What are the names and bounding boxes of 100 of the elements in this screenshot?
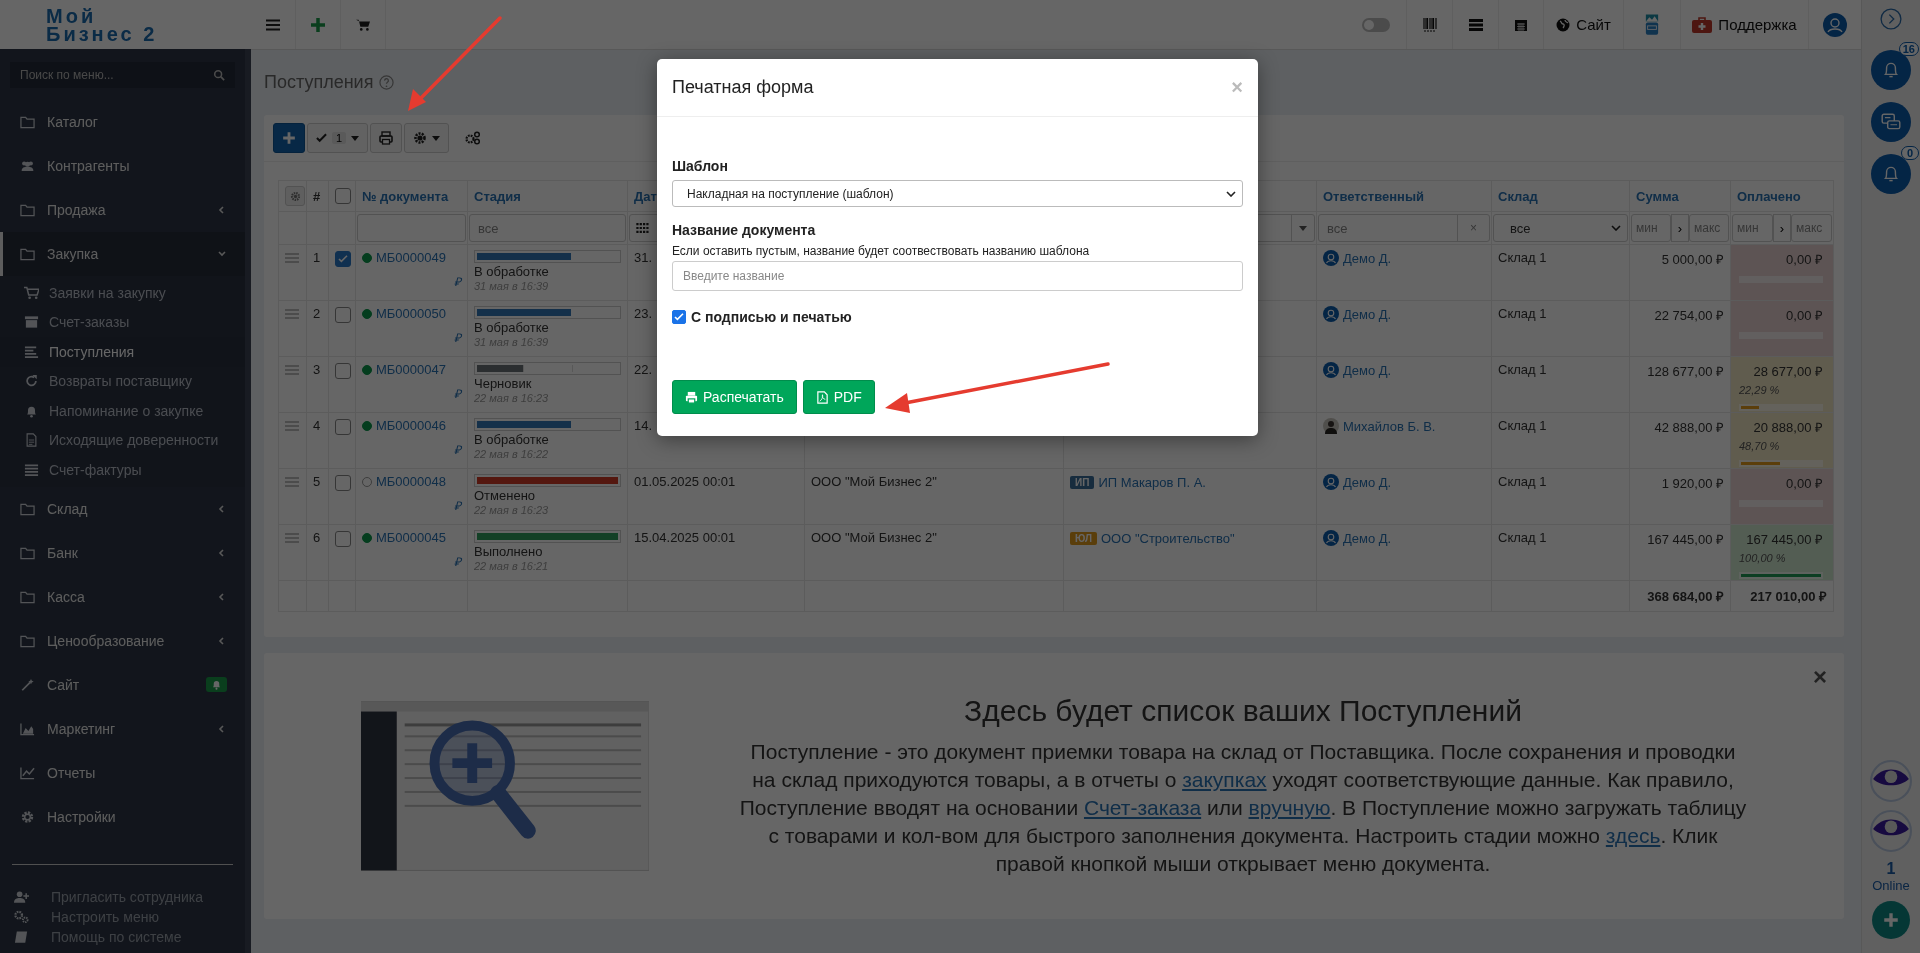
info-link[interactable]: закупках — [1182, 768, 1267, 792]
settings-button[interactable] — [404, 123, 450, 153]
info-link[interactable]: вручную — [1248, 796, 1331, 820]
barcode-icon[interactable] — [1422, 17, 1437, 32]
document-link[interactable]: МБ0000047 — [376, 362, 446, 377]
responsible-link[interactable]: Демо Д. — [1343, 530, 1392, 546]
pdf-button[interactable]: PDF — [802, 380, 875, 414]
sidebar-item[interactable]: Ценообразование — [0, 618, 245, 663]
document-name-field[interactable]: Введите название — [672, 261, 1243, 291]
print-button[interactable] — [370, 123, 403, 153]
responsible-link[interactable]: Демо Д. — [1343, 474, 1392, 490]
sidebar-item[interactable]: Сайт — [0, 662, 245, 707]
user-avatar-icon — [1323, 530, 1339, 546]
document-link[interactable]: МБ0000048 — [376, 474, 446, 489]
folder-icon — [20, 633, 35, 648]
signature-checkbox[interactable] — [672, 310, 686, 324]
column-settings-button[interactable] — [285, 186, 305, 206]
print-button[interactable]: Распечатать — [672, 380, 797, 414]
bulk-select-button[interactable]: 1 — [307, 123, 369, 153]
column-header[interactable]: Дат — [634, 188, 657, 204]
drag-handle-icon[interactable] — [285, 365, 299, 375]
toggle-switch[interactable] — [1362, 17, 1390, 32]
gear-icon — [289, 190, 301, 202]
apply-range-button[interactable]: › — [1773, 214, 1791, 242]
paid-amount: 0,00 ₽ — [1786, 252, 1823, 267]
row-checkbox[interactable] — [335, 418, 351, 435]
eye-icon[interactable] — [1870, 760, 1912, 802]
app-icon[interactable] — [1645, 13, 1659, 36]
organization-text: ООО "Мой Бизнес 2" — [811, 530, 937, 545]
sidebar-item[interactable]: Банк — [0, 530, 245, 575]
close-button[interactable]: × — [1231, 76, 1243, 99]
gears-icon[interactable] — [465, 131, 482, 145]
chat-button[interactable] — [1871, 102, 1911, 142]
caret-icon — [432, 135, 441, 141]
row-number: 6 — [313, 530, 321, 545]
server-icon[interactable] — [1468, 17, 1483, 32]
currency-sign: ₽ — [454, 387, 461, 401]
calendar-icon[interactable] — [1514, 17, 1528, 32]
expand-panel-icon[interactable] — [1880, 8, 1902, 30]
paid-amount: 0,00 ₽ — [1786, 308, 1823, 323]
clear-filter-button[interactable]: × — [1457, 215, 1489, 241]
responsible-link[interactable]: Михайлов Б. В. — [1343, 418, 1436, 434]
apply-range-button[interactable]: › — [1671, 214, 1689, 242]
document-link[interactable]: МБ0000049 — [376, 250, 446, 265]
info-title: Здесь будет список ваших Поступлений — [963, 694, 1523, 729]
cart-icon — [24, 285, 39, 300]
logo[interactable]: Мой Бизнес 2 — [0, 0, 251, 49]
add-button[interactable] — [1872, 901, 1910, 939]
drag-handle-icon[interactable] — [285, 477, 299, 487]
sidebar-item[interactable]: Склад — [0, 486, 245, 531]
settings-icon — [20, 809, 35, 824]
drag-handle-icon[interactable] — [285, 533, 299, 543]
organization-text: ООО "Мой Бизнес 2" — [811, 474, 937, 489]
responsible-link[interactable]: Демо Д. — [1343, 250, 1392, 266]
sidebar-item[interactable]: Отчеты — [0, 750, 245, 795]
sidebar-item[interactable]: Настройки — [0, 794, 245, 839]
date-text: 01.05.2025 00:01 — [634, 474, 736, 489]
responsible-link[interactable]: Демо Д. — [1343, 362, 1392, 378]
dialog-title: Печатная форма — [672, 77, 814, 98]
add-button[interactable] — [273, 123, 305, 153]
row-checkbox[interactable] — [335, 306, 351, 323]
document-link[interactable]: МБ0000046 — [376, 418, 446, 433]
sidebar-item[interactable]: Закупка — [0, 232, 245, 276]
drag-handle-icon[interactable] — [285, 253, 299, 263]
select-all-checkbox[interactable] — [335, 188, 351, 205]
site-link[interactable]: Сайт — [1543, 0, 1623, 49]
plus-icon — [282, 131, 296, 145]
eye-icon[interactable] — [1870, 810, 1912, 852]
users-icon — [20, 159, 35, 173]
document-link[interactable]: МБ0000045 — [376, 530, 446, 545]
close-button[interactable]: × — [1813, 665, 1827, 689]
folder-icon — [20, 501, 35, 516]
info-link[interactable]: здесь — [1605, 823, 1661, 847]
sidebar-item[interactable]: Продажа — [0, 188, 245, 232]
sidebar-item[interactable]: Контрагенты — [0, 144, 245, 188]
row-checkbox[interactable] — [335, 250, 351, 267]
warehouse-text: Склад 1 — [1498, 250, 1547, 265]
drag-handle-icon[interactable] — [285, 421, 299, 431]
contractor-link[interactable]: ООО "Строительство" — [1100, 531, 1235, 546]
help-icon[interactable] — [379, 75, 395, 90]
cart-icon — [356, 17, 370, 32]
row-checkbox[interactable] — [335, 362, 351, 379]
column-header[interactable]: Стадия — [474, 188, 521, 204]
responsible-link[interactable]: Демо Д. — [1343, 306, 1392, 322]
row-checkbox[interactable] — [335, 530, 351, 547]
contractor-link[interactable]: ИП Макаров П. А. — [1098, 475, 1206, 490]
document-link[interactable]: МБ0000050 — [376, 306, 446, 321]
sidebar-item[interactable]: Каталог — [0, 100, 245, 144]
row-checkbox[interactable] — [335, 474, 351, 491]
user-avatar-icon — [1323, 306, 1339, 322]
info-link[interactable]: Счет-заказа — [1083, 796, 1202, 820]
warehouse-filter-select[interactable]: все — [1493, 214, 1628, 242]
template-select[interactable]: Накладная на поступление (шаблон) — [672, 180, 1243, 207]
sidebar-item[interactable]: Маркетинг — [0, 706, 245, 751]
page-title: Поступления — [264, 72, 374, 93]
drag-handle-icon[interactable] — [285, 309, 299, 319]
sidebar-item[interactable]: Касса — [0, 574, 245, 619]
support-link[interactable]: Поддержка — [1680, 0, 1808, 49]
column-header[interactable]: Склад — [1498, 188, 1538, 204]
user-avatar-icon[interactable] — [1823, 12, 1847, 37]
